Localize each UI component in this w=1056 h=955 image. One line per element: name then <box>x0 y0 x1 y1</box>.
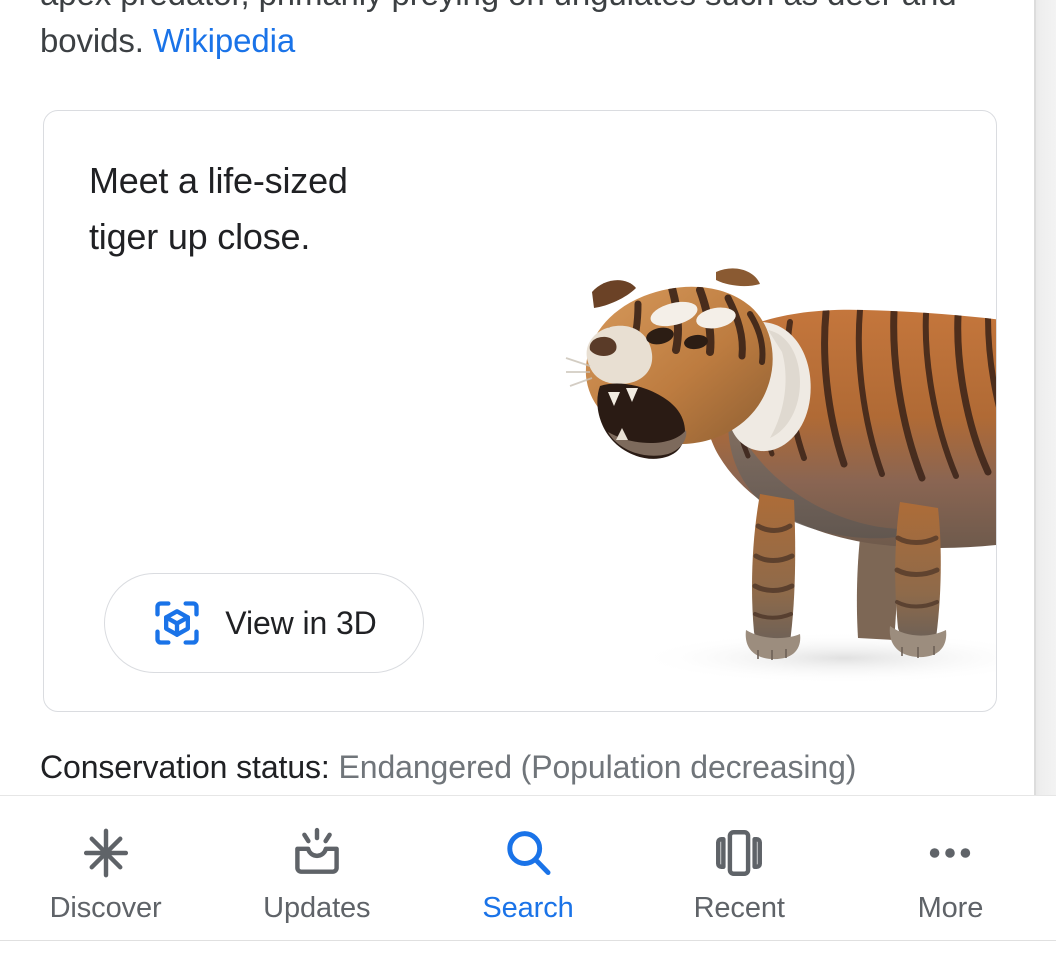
view-in-3d-card[interactable]: Meet a life-sized tiger up close. View i… <box>43 110 997 712</box>
nav-label-updates: Updates <box>263 892 371 924</box>
view-in-3d-button[interactable]: View in 3D <box>104 573 424 673</box>
asterisk-icon <box>75 822 137 884</box>
nav-label-recent: Recent <box>693 892 785 924</box>
nav-item-search[interactable]: Search <box>422 796 633 941</box>
bottom-navigation-bar: Discover Updates Search Recent More <box>0 795 1056 940</box>
google-app-screen: apex predator, primarily preying on ungu… <box>0 0 1056 955</box>
bottom-edge-strip <box>0 940 1056 955</box>
conservation-status-value: Endangered (Population decreasing) <box>338 749 857 785</box>
search-icon <box>497 822 559 884</box>
ar-card-title: Meet a life-sized tiger up close. <box>89 160 348 257</box>
tiger-3d-model-image <box>564 226 996 696</box>
nav-item-updates[interactable]: Updates <box>211 796 422 941</box>
ar-cube-icon <box>151 597 203 649</box>
more-dots-icon <box>919 822 981 884</box>
conservation-status-label: Conservation status: <box>40 749 330 785</box>
nav-label-search: Search <box>482 892 574 924</box>
search-result-content: apex predator, primarily preying on ungu… <box>0 0 1034 795</box>
nav-label-more: More <box>917 892 984 924</box>
conservation-status: Conservation status: Endangered (Populat… <box>40 745 856 789</box>
nav-item-discover[interactable]: Discover <box>0 796 211 941</box>
nav-item-more[interactable]: More <box>845 796 1056 941</box>
view-in-3d-label: View in 3D <box>225 604 377 641</box>
nav-label-discover: Discover <box>49 892 162 924</box>
vertical-scrollbar[interactable] <box>1034 0 1056 795</box>
scrollbar-track-edge <box>1034 0 1036 795</box>
recent-cards-icon <box>708 822 770 884</box>
nav-item-recent[interactable]: Recent <box>634 796 845 941</box>
knowledge-panel-description: apex predator, primarily preying on ungu… <box>40 0 990 64</box>
wikipedia-link[interactable]: Wikipedia <box>153 22 295 59</box>
inbox-notification-icon <box>286 822 348 884</box>
